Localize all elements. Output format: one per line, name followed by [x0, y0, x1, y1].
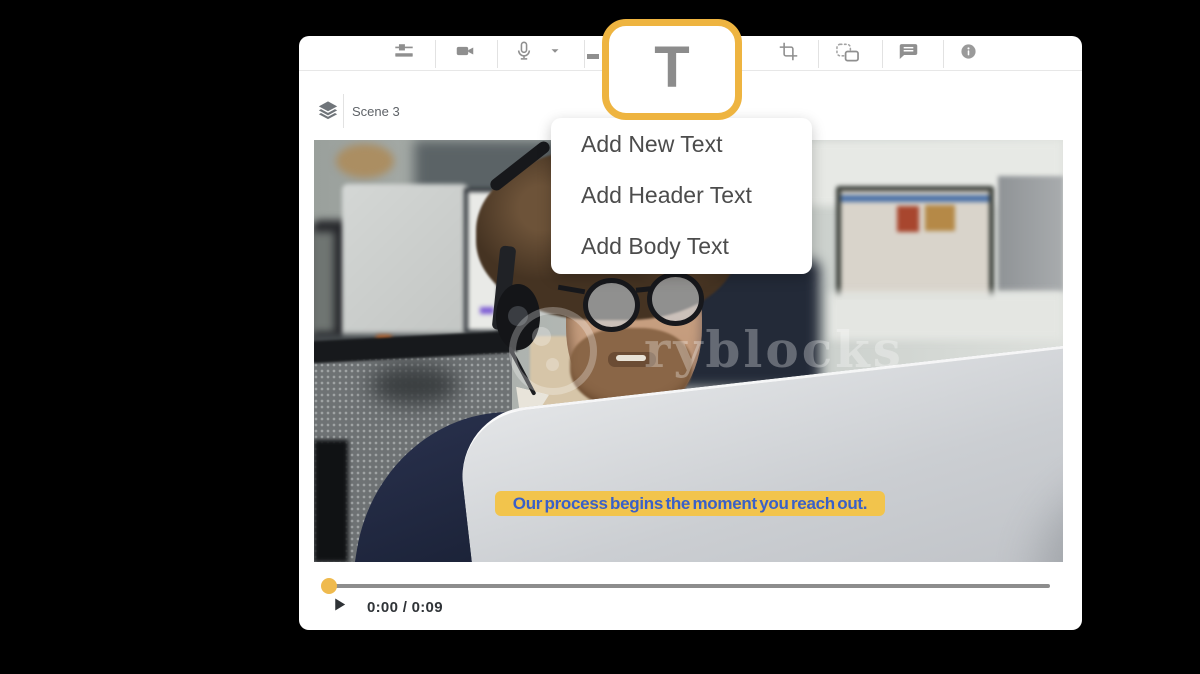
chevron-down-icon [548, 44, 562, 63]
scene-left-monitor-blob [314, 232, 334, 332]
text-tool-dropdown-menu: Add New Text Add Header Text Add Body Te… [551, 118, 812, 274]
info-icon [960, 43, 977, 65]
scene-background-person-hair [336, 144, 394, 178]
comment-button[interactable] [886, 36, 930, 71]
scene-chair-side-frame [314, 440, 348, 562]
scene-chair-shading [369, 365, 459, 405]
mic-dropdown-button[interactable] [540, 36, 570, 71]
transform-icon [835, 40, 860, 68]
transform-button[interactable] [825, 36, 869, 71]
scene-right-monitor-thumbnail [925, 205, 955, 231]
desktop-background: { "window": { "background": "#000000", "… [0, 0, 1200, 674]
info-button[interactable] [946, 36, 990, 71]
scene-purple-led [480, 307, 494, 314]
toolbar-divider [943, 40, 944, 68]
mixer-button[interactable] [382, 36, 426, 71]
mic-icon [513, 40, 535, 67]
camera-button[interactable] [443, 36, 487, 71]
menu-item-add-header-text[interactable]: Add Header Text [551, 170, 812, 221]
camera-icon [454, 40, 476, 67]
mixer-icon [393, 40, 415, 67]
scene-silver-monitor-shadow [1026, 457, 1063, 562]
toolbar: T [299, 36, 1082, 71]
caption-text: Our process begins the moment you reach … [513, 494, 867, 514]
toolbar-divider [435, 40, 436, 68]
watermark-logo-icon [509, 307, 597, 395]
scene-gray-monitor-back [998, 176, 1063, 292]
editor-panel: T Scene 3 [299, 36, 1082, 630]
toolbar-divider [497, 40, 498, 68]
scene-right-monitor-bluebar [841, 195, 989, 202]
scene-divider [343, 94, 344, 128]
crop-button[interactable] [766, 36, 810, 71]
play-button[interactable] [331, 596, 351, 616]
scene-right-monitor [836, 186, 994, 304]
scene-imac-back [342, 184, 468, 344]
layers-button[interactable] [315, 99, 341, 125]
occluded-text-icon-fragment [587, 54, 599, 59]
play-icon [331, 600, 348, 617]
toolbar-divider [584, 40, 585, 68]
scene-label: Scene 3 [352, 104, 400, 119]
crop-icon [778, 41, 799, 67]
caption-text-element[interactable]: Our process begins the moment you reach … [495, 491, 885, 516]
time-display: 0:00 / 0:09 [367, 599, 443, 616]
menu-item-add-body-text[interactable]: Add Body Text [551, 221, 812, 272]
text-tool-button-highlighted[interactable]: T [602, 19, 742, 120]
text-tool-icon: T [654, 39, 689, 97]
comment-icon [898, 41, 919, 67]
progress-dot[interactable] [321, 578, 337, 594]
man-teeth [616, 355, 646, 361]
toolbar-divider [882, 40, 883, 68]
layers-icon [317, 99, 339, 126]
toolbar-divider [818, 40, 819, 68]
menu-item-add-new-text[interactable]: Add New Text [551, 119, 812, 170]
progress-bar[interactable] [329, 584, 1050, 588]
glasses-left-lens [583, 278, 640, 332]
scene-right-monitor-thumbnail [897, 206, 919, 232]
glasses-right-lens [647, 272, 704, 326]
watermark-text: ryblocks [644, 320, 904, 380]
